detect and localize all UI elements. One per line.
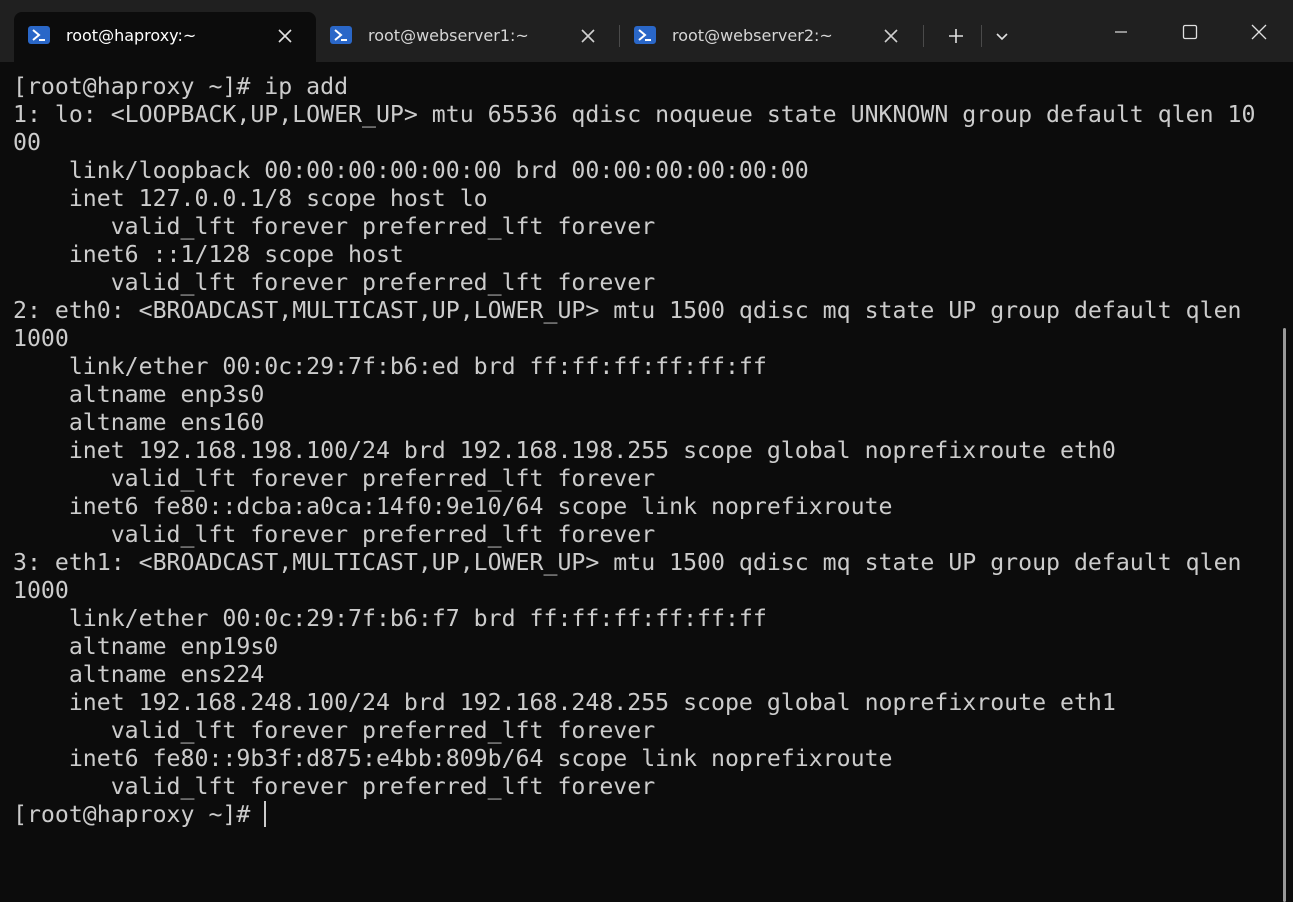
chevron-down-icon [996, 33, 1008, 41]
terminal-line: link/ether 00:0c:29:7f:b6:ed brd ff:ff:f… [13, 353, 767, 380]
prompt-command-line: [root@haproxy ~]# ip add [13, 73, 349, 100]
close-icon[interactable] [574, 22, 602, 50]
maximize-icon [1182, 24, 1198, 40]
terminal-line: altname ens224 [13, 661, 265, 688]
terminal-line: 2: eth0: <BROADCAST,MULTICAST,UP,LOWER_U… [13, 297, 1242, 324]
terminal-line: valid_lft forever preferred_lft forever [13, 773, 656, 800]
close-icon[interactable] [271, 22, 299, 50]
title-bar: root@haproxy:~ root@webserver1:~ root@we… [0, 0, 1293, 62]
plus-icon [949, 29, 963, 43]
tab-separator [923, 25, 924, 47]
tab-dropdown-button[interactable] [986, 20, 1018, 52]
terminal-output[interactable]: [root@haproxy ~]# ip add 1: lo: <LOOPBAC… [0, 62, 1280, 867]
terminal-line: inet 192.168.198.100/24 brd 192.168.198.… [13, 437, 1116, 464]
terminal-line: 1000 [13, 577, 69, 604]
terminal-line: 1000 [13, 325, 69, 352]
close-icon[interactable] [877, 22, 905, 50]
tab-label: root@webserver2:~ [672, 26, 833, 45]
powershell-terminal-icon [330, 26, 352, 44]
terminal-line: valid_lft forever preferred_lft forever [13, 717, 656, 744]
terminal-line: inet6 ::1/128 scope host [13, 241, 404, 268]
close-icon [1251, 24, 1267, 40]
terminal-line: inet 192.168.248.100/24 brd 192.168.248.… [13, 689, 1116, 716]
tab-root-haproxy[interactable]: root@haproxy:~ [14, 12, 316, 62]
terminal-line: altname ens160 [13, 409, 265, 436]
terminal-line: link/loopback 00:00:00:00:00:00 brd 00:0… [13, 157, 809, 184]
tab-label: root@haproxy:~ [66, 26, 197, 45]
tab-label: root@webserver1:~ [368, 26, 529, 45]
terminal-line: inet 127.0.0.1/8 scope host lo [13, 185, 488, 212]
terminal-line: 00 [13, 129, 41, 156]
terminal-line: inet6 fe80::dcba:a0ca:14f0:9e10/64 scope… [13, 493, 893, 520]
tab-separator [981, 25, 982, 47]
window-close-button[interactable] [1236, 12, 1282, 52]
terminal-line: 1: lo: <LOOPBACK,UP,LOWER_UP> mtu 65536 … [13, 101, 1256, 128]
tab-root-webserver2[interactable]: root@webserver2:~ [620, 12, 922, 62]
terminal-line: valid_lft forever preferred_lft forever [13, 521, 656, 548]
terminal-line: altname enp19s0 [13, 633, 279, 660]
terminal-line: valid_lft forever preferred_lft forever [13, 213, 656, 240]
terminal-line: valid_lft forever preferred_lft forever [13, 269, 656, 296]
powershell-terminal-icon [634, 26, 656, 44]
maximize-button[interactable] [1167, 12, 1213, 52]
text-cursor [264, 801, 266, 827]
terminal-line: link/ether 00:0c:29:7f:b6:f7 brd ff:ff:f… [13, 605, 767, 632]
current-prompt[interactable]: [root@haproxy ~]# [13, 801, 264, 829]
minimize-button[interactable] [1098, 12, 1144, 52]
terminal-line: altname enp3s0 [13, 381, 265, 408]
terminal-window: root@haproxy:~ root@webserver1:~ root@we… [0, 0, 1293, 902]
terminal-line: 3: eth1: <BROADCAST,MULTICAST,UP,LOWER_U… [13, 549, 1242, 576]
scrollbar-thumb[interactable] [1283, 328, 1286, 902]
powershell-terminal-icon [28, 26, 50, 44]
minimize-icon [1115, 31, 1127, 33]
terminal-line: valid_lft forever preferred_lft forever [13, 465, 656, 492]
vertical-scrollbar[interactable] [1280, 62, 1293, 902]
tab-root-webserver1[interactable]: root@webserver1:~ [316, 12, 618, 62]
terminal-line: inet6 fe80::9b3f:d875:e4bb:809b/64 scope… [13, 745, 893, 772]
new-tab-button[interactable] [940, 20, 972, 52]
